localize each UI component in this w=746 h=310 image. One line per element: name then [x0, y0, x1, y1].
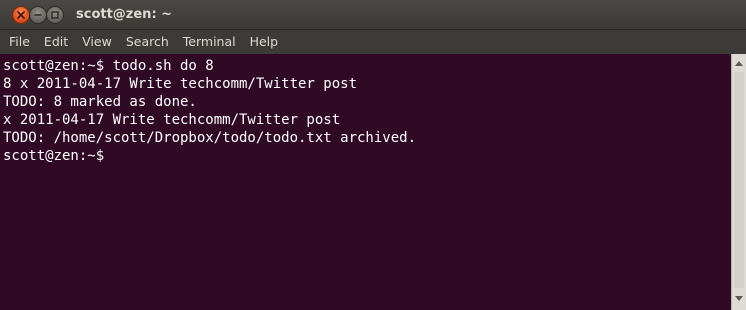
- title-bar[interactable]: scott@zen: ~: [0, 0, 746, 30]
- minimize-icon: [34, 14, 42, 16]
- terminal-line: TODO: /home/scott/Dropbox/todo/todo.txt …: [3, 130, 417, 146]
- scroll-down-button[interactable]: [732, 292, 746, 306]
- scroll-trough[interactable]: [734, 72, 744, 288]
- menu-bar: File Edit View Search Terminal Help: [0, 30, 746, 54]
- menu-edit[interactable]: Edit: [37, 30, 75, 54]
- close-icon: [17, 11, 25, 19]
- arrow-up-icon: [735, 61, 743, 66]
- terminal-window: scott@zen: ~ File Edit View Search Termi…: [0, 0, 746, 310]
- terminal-output[interactable]: scott@zen:~$ todo.sh do 8 8 x 2011-04-17…: [0, 54, 731, 310]
- window-title: scott@zen: ~: [76, 7, 173, 22]
- terminal-line: scott@zen:~$ todo.sh do 8: [3, 58, 214, 74]
- terminal-prompt: scott@zen:~$: [3, 148, 113, 164]
- terminal-line: 8 x 2011-04-17 Write techcomm/Twitter po…: [3, 76, 358, 92]
- close-button[interactable]: [12, 6, 30, 24]
- terminal-line: TODO: 8 marked as done.: [3, 94, 197, 110]
- menu-file[interactable]: File: [2, 30, 37, 54]
- vertical-scrollbar[interactable]: [731, 54, 746, 310]
- terminal-prompt-line: scott@zen:~$: [3, 147, 731, 165]
- scroll-up-button[interactable]: [732, 56, 746, 70]
- text-cursor: [113, 147, 121, 162]
- terminal-line: x 2011-04-17 Write techcomm/Twitter post: [3, 112, 341, 128]
- maximize-button[interactable]: [46, 6, 64, 24]
- maximize-icon: [51, 11, 59, 19]
- menu-terminal[interactable]: Terminal: [176, 30, 243, 54]
- minimize-button[interactable]: [29, 6, 47, 24]
- menu-help[interactable]: Help: [243, 30, 286, 54]
- arrow-down-icon: [735, 296, 743, 301]
- menu-view[interactable]: View: [75, 30, 119, 54]
- menu-search[interactable]: Search: [119, 30, 176, 54]
